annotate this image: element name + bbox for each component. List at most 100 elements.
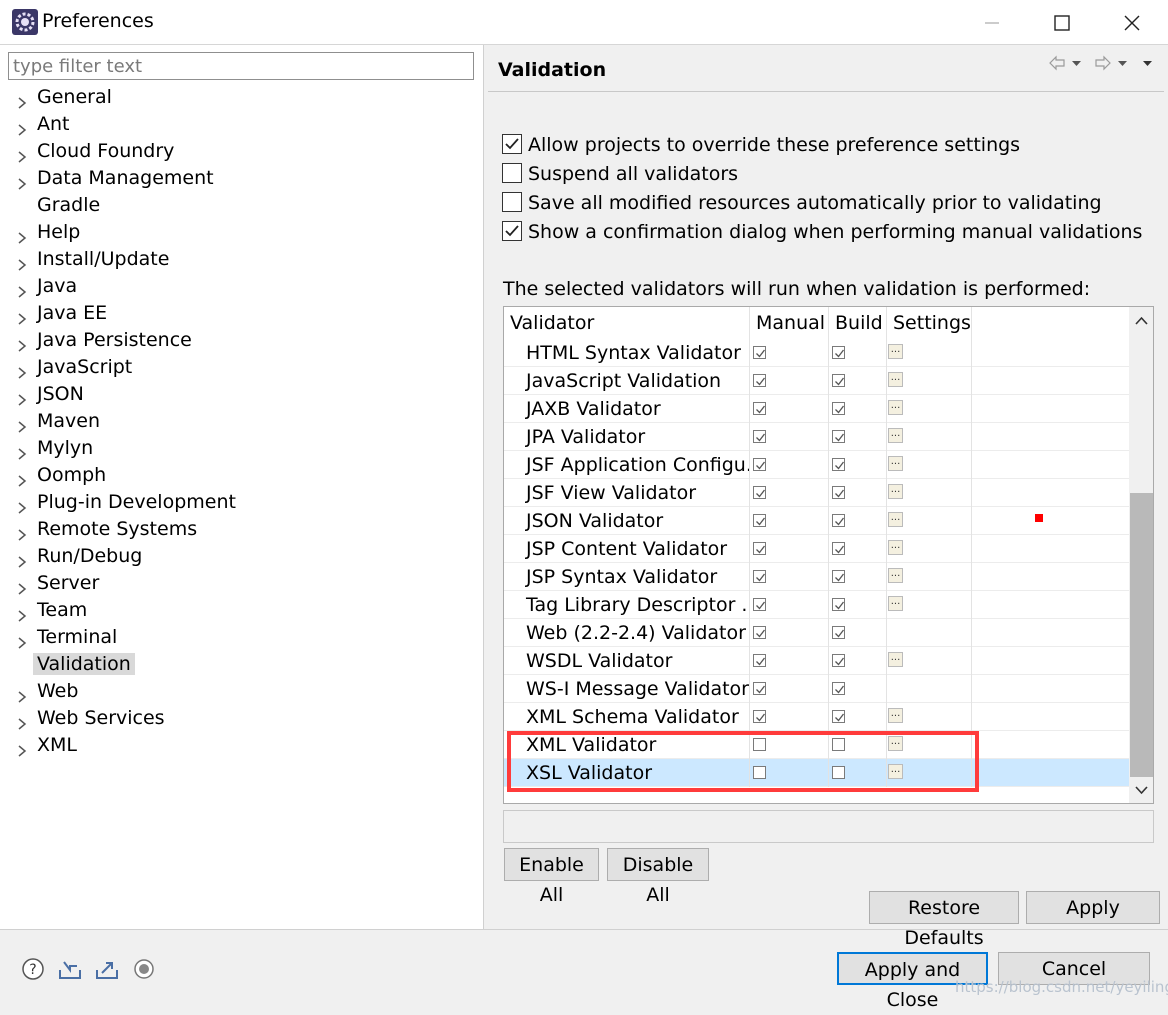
chevron-right-icon[interactable] xyxy=(15,496,29,514)
build-checkbox[interactable] xyxy=(832,626,845,639)
manual-checkbox[interactable] xyxy=(753,682,766,695)
table-row[interactable]: JSF Application Configu...... xyxy=(504,451,1129,479)
tree-item-help[interactable]: Help xyxy=(0,219,484,246)
help-icon[interactable]: ? xyxy=(20,956,46,982)
table-row[interactable]: JAXB Validator... xyxy=(504,395,1129,423)
checkbox-checked[interactable] xyxy=(502,133,522,154)
chevron-right-icon[interactable] xyxy=(15,253,29,271)
table-row[interactable]: XML Validator... xyxy=(504,731,1129,759)
close-button[interactable] xyxy=(1098,0,1166,45)
tree-item-java-persistence[interactable]: Java Persistence xyxy=(0,327,484,354)
tree-item-server[interactable]: Server xyxy=(0,570,484,597)
manual-checkbox[interactable] xyxy=(753,766,766,779)
tree-item-validation[interactable]: Validation xyxy=(0,651,484,678)
table-row[interactable]: XSL Validator... xyxy=(504,759,1129,787)
manual-checkbox[interactable] xyxy=(753,542,766,555)
tree-item-cloud-foundry[interactable]: Cloud Foundry xyxy=(0,138,484,165)
manual-checkbox[interactable] xyxy=(753,514,766,527)
chevron-right-icon[interactable] xyxy=(15,172,29,190)
build-checkbox[interactable] xyxy=(832,374,845,387)
apply-button[interactable]: Apply xyxy=(1026,891,1160,924)
view-menu-icon[interactable] xyxy=(1143,61,1152,66)
table-row[interactable]: JSP Content Validator... xyxy=(504,535,1129,563)
option-row-3[interactable]: Show a confirmation dialog when performi… xyxy=(502,220,1142,244)
chevron-right-icon[interactable] xyxy=(15,118,29,136)
minimize-button[interactable] xyxy=(958,0,1026,45)
column-header-validator[interactable]: Validator xyxy=(504,307,750,339)
build-checkbox[interactable] xyxy=(832,570,845,583)
checkbox-checked[interactable] xyxy=(502,220,522,241)
build-checkbox[interactable] xyxy=(832,710,845,723)
settings-ellipsis-button[interactable]: ... xyxy=(888,456,903,471)
settings-ellipsis-button[interactable]: ... xyxy=(888,736,903,751)
tree-item-web-services[interactable]: Web Services xyxy=(0,705,484,732)
back-menu-chevron-icon[interactable] xyxy=(1072,61,1081,66)
tree-item-general[interactable]: General xyxy=(0,84,484,111)
table-row[interactable]: WS-I Message Validator xyxy=(504,675,1129,703)
tree-item-team[interactable]: Team xyxy=(0,597,484,624)
column-header-manual[interactable]: Manual xyxy=(750,307,829,339)
back-arrow-icon[interactable] xyxy=(1049,55,1065,71)
option-row-0[interactable]: Allow projects to override these prefere… xyxy=(502,133,1020,157)
table-row[interactable]: Web (2.2-2.4) Validator xyxy=(504,619,1129,647)
tree-item-java[interactable]: Java xyxy=(0,273,484,300)
chevron-right-icon[interactable] xyxy=(15,469,29,487)
export-icon[interactable] xyxy=(94,956,120,982)
settings-ellipsis-button[interactable]: ... xyxy=(888,512,903,527)
settings-ellipsis-button[interactable]: ... xyxy=(888,428,903,443)
tree-item-run-debug[interactable]: Run/Debug xyxy=(0,543,484,570)
checkbox-unchecked[interactable] xyxy=(502,162,522,183)
tree-item-ant[interactable]: Ant xyxy=(0,111,484,138)
record-icon[interactable] xyxy=(131,956,157,982)
tree-item-javascript[interactable]: JavaScript xyxy=(0,354,484,381)
chevron-right-icon[interactable] xyxy=(15,739,29,757)
build-checkbox[interactable] xyxy=(832,458,845,471)
build-checkbox[interactable] xyxy=(832,542,845,555)
table-row[interactable]: JPA Validator... xyxy=(504,423,1129,451)
manual-checkbox[interactable] xyxy=(753,738,766,751)
chevron-right-icon[interactable] xyxy=(15,631,29,649)
build-checkbox[interactable] xyxy=(832,514,845,527)
manual-checkbox[interactable] xyxy=(753,598,766,611)
settings-ellipsis-button[interactable]: ... xyxy=(888,484,903,499)
build-checkbox[interactable] xyxy=(832,738,845,751)
scrollbar-thumb[interactable] xyxy=(1130,493,1153,777)
chevron-right-icon[interactable] xyxy=(15,307,29,325)
restore-defaults-button[interactable]: Restore Defaults xyxy=(869,891,1019,949)
tree-item-data-management[interactable]: Data Management xyxy=(0,165,484,192)
table-row[interactable]: WSDL Validator... xyxy=(504,647,1129,675)
tree-item-json[interactable]: JSON xyxy=(0,381,484,408)
table-row[interactable]: JSP Syntax Validator... xyxy=(504,563,1129,591)
option-row-2[interactable]: Save all modified resources automaticall… xyxy=(502,191,1102,215)
table-row[interactable]: Tag Library Descriptor ...... xyxy=(504,591,1129,619)
manual-checkbox[interactable] xyxy=(753,374,766,387)
column-header-settings[interactable]: Settings xyxy=(887,307,972,339)
build-checkbox[interactable] xyxy=(832,654,845,667)
chevron-right-icon[interactable] xyxy=(15,226,29,244)
settings-ellipsis-button[interactable]: ... xyxy=(888,708,903,723)
chevron-right-icon[interactable] xyxy=(15,685,29,703)
chevron-right-icon[interactable] xyxy=(15,91,29,109)
chevron-right-icon[interactable] xyxy=(15,523,29,541)
chevron-right-icon[interactable] xyxy=(15,361,29,379)
manual-checkbox[interactable] xyxy=(753,654,766,667)
manual-checkbox[interactable] xyxy=(753,402,766,415)
settings-ellipsis-button[interactable]: ... xyxy=(888,652,903,667)
chevron-right-icon[interactable] xyxy=(15,280,29,298)
build-checkbox[interactable] xyxy=(832,346,845,359)
option-row-1[interactable]: Suspend all validators xyxy=(502,162,738,186)
tree-item-java-ee[interactable]: Java EE xyxy=(0,300,484,327)
disable-all-button[interactable]: Disable All xyxy=(607,848,709,906)
settings-ellipsis-button[interactable]: ... xyxy=(888,400,903,415)
tree-item-oomph[interactable]: Oomph xyxy=(0,462,484,489)
forward-arrow-icon[interactable] xyxy=(1095,55,1111,71)
forward-menu-chevron-icon[interactable] xyxy=(1118,61,1127,66)
tree-item-plug-in-development[interactable]: Plug-in Development xyxy=(0,489,484,516)
scroll-down-icon[interactable] xyxy=(1129,777,1153,802)
table-scrollbar[interactable] xyxy=(1129,307,1153,803)
build-checkbox[interactable] xyxy=(832,486,845,499)
enable-all-button[interactable]: Enable All xyxy=(504,848,599,906)
manual-checkbox[interactable] xyxy=(753,346,766,359)
tree-item-remote-systems[interactable]: Remote Systems xyxy=(0,516,484,543)
chevron-right-icon[interactable] xyxy=(15,550,29,568)
